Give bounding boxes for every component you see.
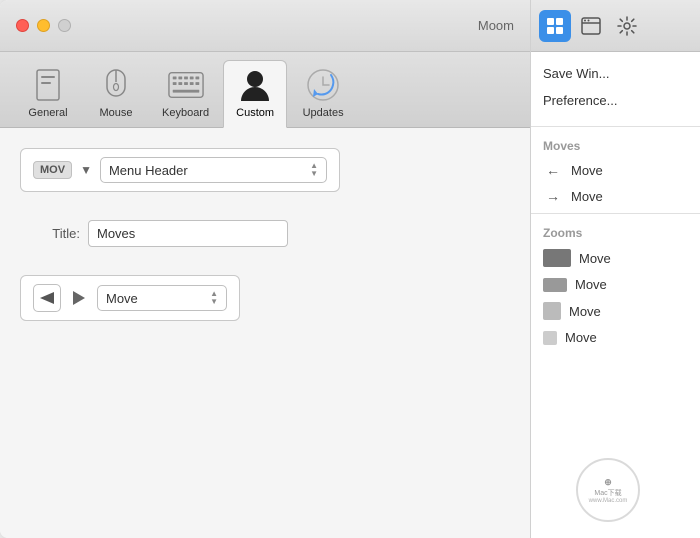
- preferences-item[interactable]: Preference...: [531, 87, 700, 114]
- right-menu: Save Win... Preference...: [531, 52, 700, 122]
- select-stepper: ▲ ▼: [310, 162, 318, 178]
- settings-toolbar-icon[interactable]: [611, 10, 643, 42]
- custom-icon: [237, 67, 273, 103]
- keyboard-icon: [168, 67, 204, 103]
- zoom-icon-4: [543, 331, 557, 345]
- tab-custom-label: Custom: [236, 107, 274, 119]
- right-panel: Save Win... Preference... Moves ← Move →…: [530, 0, 700, 538]
- traffic-lights: [16, 19, 71, 32]
- tab-updates-label: Updates: [303, 107, 344, 119]
- moves-section-title: Moves: [531, 131, 700, 157]
- maximize-button[interactable]: [58, 19, 71, 32]
- move-left-label: Move: [571, 163, 603, 178]
- title-label: Title:: [40, 226, 80, 241]
- zoom-label-4: Move: [565, 330, 597, 345]
- tab-updates[interactable]: Updates: [291, 61, 355, 127]
- zoom-icon-2: [543, 278, 567, 292]
- window-toolbar-icon[interactable]: [575, 10, 607, 42]
- preferences-label: Preference...: [543, 93, 617, 108]
- menu-header-select[interactable]: Menu Header ▲ ▼: [100, 157, 327, 183]
- save-window-label: Save Win...: [543, 66, 609, 81]
- zoom-label-2: Move: [575, 277, 607, 292]
- mov-badge: MOV: [33, 161, 72, 179]
- left-arrow-button[interactable]: [33, 284, 61, 312]
- general-icon: [30, 67, 66, 103]
- menu-header-label: Menu Header: [109, 163, 188, 178]
- play-button[interactable]: [69, 288, 89, 308]
- tab-keyboard[interactable]: Keyboard: [152, 61, 219, 127]
- zoom-label-1: Move: [579, 251, 611, 266]
- tab-general-label: General: [28, 107, 67, 119]
- tab-custom[interactable]: Custom: [223, 60, 287, 128]
- title-input[interactable]: [88, 220, 288, 247]
- save-window-item[interactable]: Save Win...: [531, 60, 700, 87]
- right-toolbar: [531, 0, 700, 52]
- action-row: Move ▲ ▼: [20, 275, 240, 321]
- menu-type-row: MOV ▼ Menu Header ▲ ▼: [20, 148, 340, 192]
- zoom-icon-3: [543, 302, 561, 320]
- zoom-label-3: Move: [569, 304, 601, 319]
- zoom-item-4[interactable]: Move: [531, 325, 700, 350]
- moves-section: Moves ← Move → Move: [531, 131, 700, 209]
- move-select-label: Move: [106, 291, 138, 306]
- right-arrow-icon: →: [543, 188, 563, 204]
- content-area: MOV ▼ Menu Header ▲ ▼ Title:: [0, 128, 530, 538]
- tab-mouse-label: Mouse: [99, 107, 132, 119]
- title-bar: Moom: [0, 0, 530, 52]
- tab-mouse[interactable]: Mouse: [84, 61, 148, 127]
- move-stepper: ▲ ▼: [210, 290, 218, 306]
- updates-icon: [305, 67, 341, 103]
- moom-toolbar-icon[interactable]: [539, 10, 571, 42]
- divider-1: [531, 126, 700, 127]
- move-select[interactable]: Move ▲ ▼: [97, 285, 227, 311]
- zooms-section: Zooms Move Move Move Move: [531, 218, 700, 350]
- tab-keyboard-label: Keyboard: [162, 107, 209, 119]
- minimize-button[interactable]: [37, 19, 50, 32]
- mov-dropdown-arrow[interactable]: ▼: [80, 163, 92, 177]
- toolbar: General Mouse: [0, 52, 530, 128]
- main-window: Moom General Mouse: [0, 0, 530, 538]
- window-title: Moom: [478, 18, 514, 33]
- move-left-item[interactable]: ← Move: [531, 157, 700, 183]
- zoom-item-1[interactable]: Move: [531, 244, 700, 272]
- divider-2: [531, 213, 700, 214]
- left-arrow-icon: ←: [543, 162, 563, 178]
- move-right-label: Move: [571, 189, 603, 204]
- move-right-item[interactable]: → Move: [531, 183, 700, 209]
- zoom-icon-1: [543, 249, 571, 267]
- close-button[interactable]: [16, 19, 29, 32]
- zoom-item-3[interactable]: Move: [531, 297, 700, 325]
- zoom-item-2[interactable]: Move: [531, 272, 700, 297]
- title-row: Title:: [20, 208, 510, 259]
- tab-general[interactable]: General: [16, 61, 80, 127]
- mouse-icon: [98, 67, 134, 103]
- zooms-section-title: Zooms: [531, 218, 700, 244]
